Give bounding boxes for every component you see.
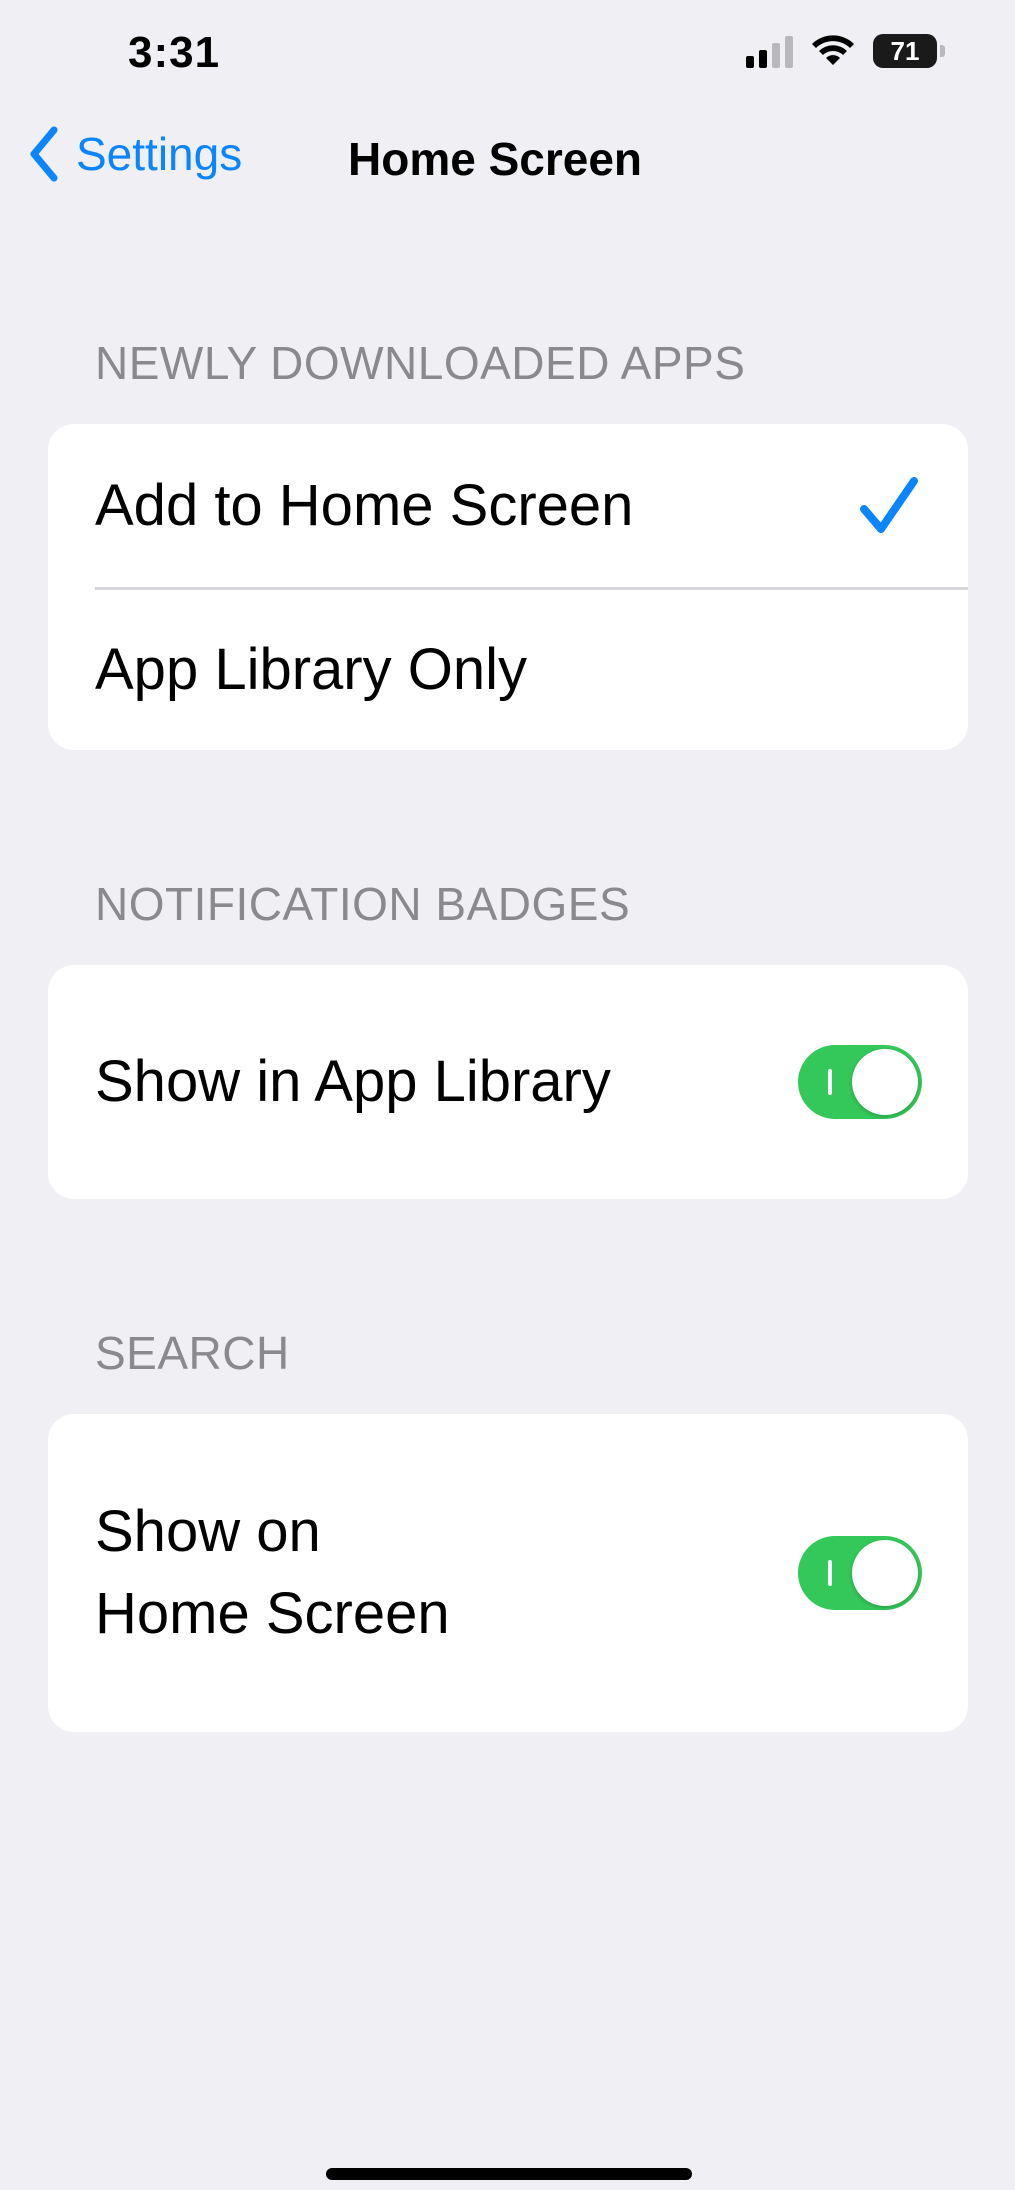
battery-level: 71	[890, 35, 920, 66]
back-button-label: Settings	[76, 128, 243, 180]
navigation-bar: Settings Home Screen	[0, 110, 1015, 200]
chevron-left-icon	[30, 126, 58, 182]
toggle-on-indicator	[828, 1069, 832, 1095]
option-app-library-only[interactable]: App Library Only	[48, 590, 968, 750]
status-icons: 71	[746, 34, 945, 68]
show-in-app-library-toggle[interactable]	[798, 1045, 922, 1119]
row-label: Show in App Library	[95, 1049, 611, 1114]
row-show-in-app-library: Show in App Library	[48, 965, 968, 1199]
page-title: Home Screen	[348, 133, 643, 185]
row-label-line1: Show on	[95, 1499, 321, 1564]
option-add-to-home-screen[interactable]: Add to Home Screen	[48, 424, 968, 587]
search-card: Show on Home Screen	[48, 1414, 968, 1732]
back-button[interactable]: Settings	[28, 126, 242, 182]
option-label: App Library Only	[95, 637, 527, 702]
row-label-line2: Home Screen	[95, 1581, 450, 1646]
wifi-icon	[812, 35, 854, 65]
home-indicator[interactable]	[326, 2168, 692, 2180]
row-label: Show on Home Screen	[95, 1491, 450, 1655]
toggle-on-indicator	[828, 1560, 832, 1586]
battery-icon: 71	[873, 34, 945, 68]
status-time: 3:31	[128, 28, 221, 77]
newly-downloaded-card: Add to Home Screen App Library Only	[48, 424, 968, 750]
section-header-newly-downloaded: NEWLY DOWNLOADED APPS	[95, 337, 746, 389]
toggle-knob	[852, 1540, 918, 1606]
show-on-home-screen-toggle[interactable]	[798, 1536, 922, 1610]
section-header-notification-badges: NOTIFICATION BADGES	[95, 878, 631, 930]
toggle-knob	[852, 1049, 918, 1115]
signal-icon	[746, 34, 793, 68]
notification-badges-card: Show in App Library	[48, 965, 968, 1199]
status-bar: 3:31 71	[0, 0, 1015, 110]
option-label: Add to Home Screen	[95, 472, 634, 538]
checkmark-icon	[856, 473, 922, 539]
row-show-on-home-screen: Show on Home Screen	[48, 1414, 968, 1732]
section-header-search: SEARCH	[95, 1327, 290, 1379]
